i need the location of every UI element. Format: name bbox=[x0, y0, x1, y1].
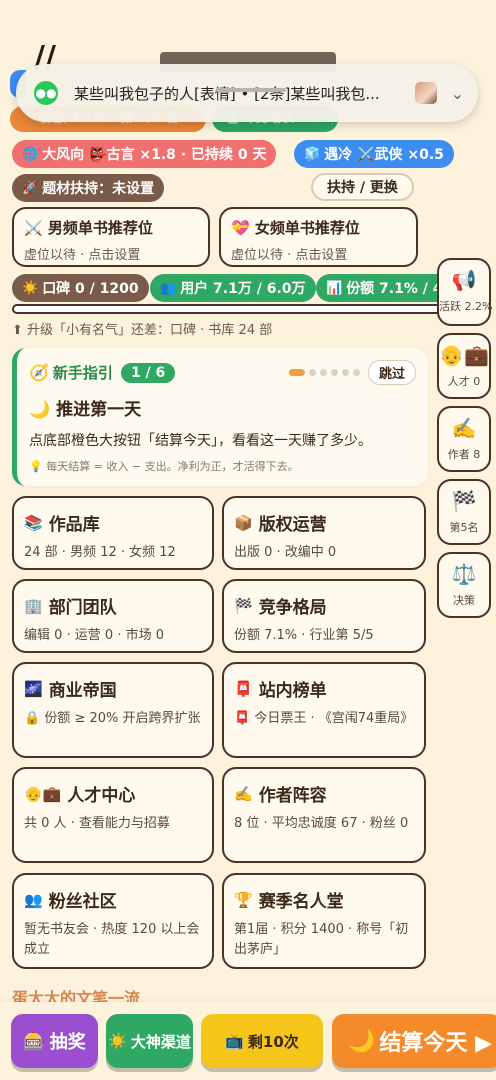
wechat-icon: ●● bbox=[34, 81, 58, 105]
ranking-card[interactable]: 📮 站内榜单 📮 今日票王 · 《宫闱74重局》 bbox=[222, 662, 426, 758]
male-slot-card[interactable]: ⚔️ 男频单书推荐位 虚位以待 · 点击设置 bbox=[12, 207, 210, 267]
fans-card[interactable]: 👥 粉丝社区 暂无书友会 · 热度 120 以上会成立 bbox=[12, 873, 214, 969]
ice-icon: 🧊 bbox=[304, 146, 321, 162]
tv-icon: 📺 bbox=[225, 1032, 244, 1050]
books-icon: 📚 bbox=[24, 513, 43, 532]
flag-icon: 🏁 bbox=[451, 489, 477, 513]
heart-gift-icon: 💝 bbox=[231, 219, 250, 237]
sun-icon: ☀️ bbox=[108, 1032, 127, 1050]
rail-activity[interactable]: 📢 活跃 2.2% bbox=[437, 258, 492, 326]
authors-card[interactable]: ✍️ 作者阵容 8 位 · 平均忠诚度 67 · 粉丝 0 bbox=[222, 767, 426, 863]
channel-button[interactable]: ☀️ 大神渠道 bbox=[106, 1014, 193, 1068]
empire-card[interactable]: 🌌 商业帝国 🔒 份额 ≥ 20% 开启跨界扩张 bbox=[12, 662, 214, 758]
talent-icon: 👴💼 bbox=[24, 784, 62, 803]
step-dots bbox=[288, 369, 360, 376]
rocket-icon: 🚀 bbox=[22, 180, 39, 196]
rail-rank[interactable]: 🏁 第5名 bbox=[437, 479, 491, 545]
swords-icon: ⚔️ bbox=[24, 219, 43, 237]
rail-authors[interactable]: ✍️ 作者 8 bbox=[437, 406, 491, 472]
chevron-down-icon[interactable]: ⌄ bbox=[451, 84, 464, 103]
scales-icon: ⚖️ bbox=[451, 562, 477, 586]
bulb-icon: 💡 bbox=[29, 460, 43, 473]
upgrade-hint: ⬆ 升级「小有名气」还差：口碑 · 书库 24 部 bbox=[12, 323, 273, 338]
skip-button[interactable]: 跳过 bbox=[367, 360, 416, 385]
tutorial-desc: 点底部橙色大按钮「结算今天」，看看这一天赚了多少。 bbox=[29, 433, 372, 449]
writing-icon: ✍️ bbox=[234, 784, 253, 803]
works-card[interactable]: 📚 作品库 24 部 · 男频 12 · 女频 12 bbox=[12, 496, 214, 570]
building-icon: 🏢 bbox=[24, 596, 43, 615]
departments-card[interactable]: 🏢 部门团队 编辑 0 · 运营 0 · 市场 0 bbox=[12, 579, 214, 653]
chart-icon: 📊 bbox=[326, 280, 343, 296]
talent-icon: 👴💼 bbox=[439, 343, 489, 367]
settle-today-button[interactable]: 🌙 结算今天 ▶ bbox=[332, 1014, 496, 1068]
people-icon: 👥 bbox=[24, 890, 43, 909]
globe-icon: 🌐 bbox=[22, 146, 39, 162]
users-icon: 👥 bbox=[160, 280, 177, 296]
genre-support-pill: 🚀 题材扶持：未设置 bbox=[12, 174, 165, 202]
cold-genre-pill[interactable]: 🧊 遇冷 ⚔️武侠 ×0.5 bbox=[294, 140, 454, 168]
galaxy-icon: 🌌 bbox=[24, 679, 43, 698]
tutorial-step: 1 / 6 bbox=[120, 362, 176, 383]
flag-icon: 🏁 bbox=[234, 596, 253, 615]
reputation-pill: ☀️ 口碑 0 / 1200 bbox=[12, 274, 149, 302]
moon-icon: 🌙 bbox=[348, 1028, 376, 1054]
slot-machine-icon: 🎰 bbox=[23, 1030, 46, 1052]
users-pill: 👥 用户 7.1万 / 6.0万 bbox=[150, 274, 316, 302]
writing-icon: ✍️ bbox=[451, 416, 477, 440]
competition-card[interactable]: 🏁 竞争格局 份额 7.1% · 行业第 5/5 bbox=[222, 579, 426, 653]
mailbox-icon: 📮 bbox=[234, 679, 253, 698]
tutorial-card: 🧭 新手指引 1 / 6 跳过 🌙 推进第一天 点底部橙色大按钮「结算今天」，看… bbox=[12, 348, 428, 486]
talent-card[interactable]: 👴💼 人才中心 共 0 人 · 查看能力与招募 bbox=[12, 767, 214, 863]
compass-icon: 🧭 bbox=[29, 363, 49, 382]
lottery-button[interactable]: 🎰 抽奖 bbox=[11, 1014, 98, 1068]
tutorial-tip: 每天结算 = 收入 − 支出。净利为正，才活得下去。 bbox=[46, 460, 299, 473]
copyright-card[interactable]: 📦 版权运营 出版 0 · 改编中 0 bbox=[222, 496, 426, 570]
female-slot-card[interactable]: 💝 女频单书推荐位 虚位以待 · 点击设置 bbox=[219, 207, 418, 267]
tutorial-title: 推进第一天 bbox=[56, 400, 142, 420]
tutorial-label: 新手指引 bbox=[52, 364, 113, 382]
share-pill: 📊 份额 7.1% / 4 bbox=[316, 274, 440, 302]
package-icon: 📦 bbox=[234, 513, 253, 532]
trend-pill[interactable]: 🌐 大风向 👺古言 ×1.8 · 已持续 0 天 bbox=[12, 140, 277, 168]
rail-decision[interactable]: ⚖️ 决策 bbox=[437, 552, 491, 618]
megaphone-icon: 📢 bbox=[451, 268, 477, 292]
sun-icon: ☀️ bbox=[22, 280, 39, 296]
notification-text: 某些叫我包子的人[表情] • [2条]某些叫我包... bbox=[74, 84, 380, 103]
hall-of-fame-card[interactable]: 🏆 赛季名人堂 第1届 · 积分 1400 · 称号「初出茅庐」 bbox=[222, 873, 426, 969]
sender-avatar bbox=[414, 82, 437, 104]
moon-icon: 🌙 bbox=[29, 400, 51, 420]
remaining-button[interactable]: 📺 剩10次 bbox=[201, 1014, 323, 1068]
upgrade-progress-bar bbox=[12, 304, 444, 314]
support-change-button[interactable]: 扶持 / 更换 bbox=[311, 173, 414, 201]
banner-grip bbox=[216, 88, 286, 92]
trophy-icon: 🏆 bbox=[234, 890, 253, 909]
wechat-notification[interactable]: ●● 某些叫我包子的人[表情] • [2条]某些叫我包... ⌄ bbox=[16, 64, 478, 122]
rail-talent[interactable]: 👴💼 人才 0 bbox=[437, 333, 491, 399]
